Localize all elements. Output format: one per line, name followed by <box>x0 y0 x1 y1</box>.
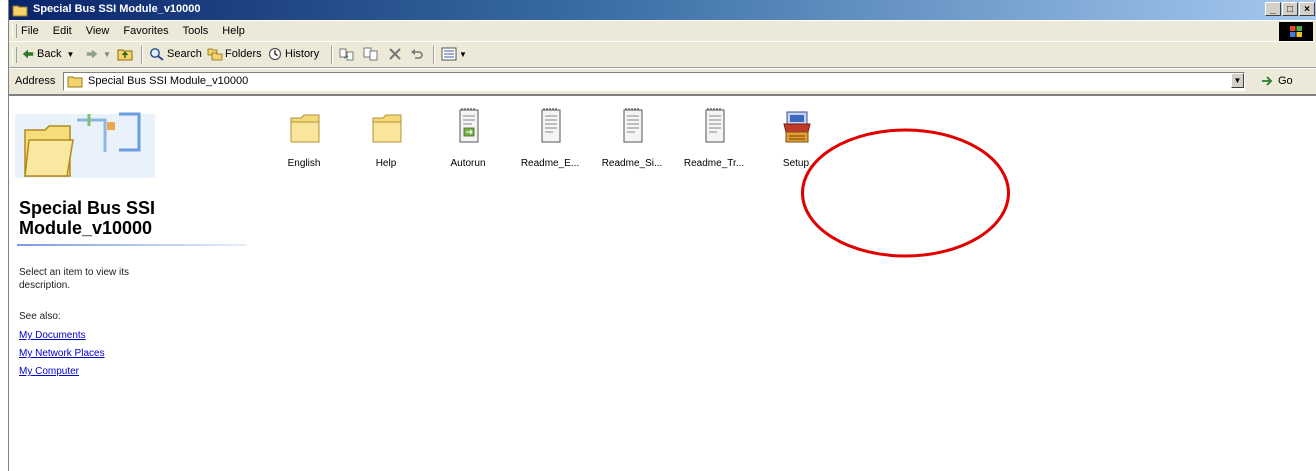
folders-button[interactable]: Folders <box>207 47 262 61</box>
menu-edit[interactable]: Edit <box>53 25 72 37</box>
toolbar-separator <box>141 46 143 64</box>
folder-icon <box>67 76 83 88</box>
address-input[interactable]: Special Bus SSI Module_v10000 <box>63 72 1245 91</box>
delete-button[interactable] <box>387 47 405 61</box>
see-also-label: See also: <box>19 311 61 322</box>
views-dropdown-icon[interactable]: ▼ <box>459 50 467 59</box>
menu-bar: File Edit View Favorites Tools Help <box>9 20 1316 42</box>
forward-button[interactable]: ▼ <box>85 47 111 61</box>
file-label: English <box>287 158 321 169</box>
folder-icon <box>372 114 402 143</box>
link-my-documents[interactable]: My Documents <box>19 330 86 341</box>
minimize-button[interactable]: _ <box>1265 2 1281 16</box>
file-item-english[interactable]: English <box>263 96 345 186</box>
folder-banner-icon <box>15 112 155 178</box>
close-button[interactable]: × <box>1299 2 1315 16</box>
setup-installer-icon <box>783 111 811 143</box>
copy-to-button[interactable] <box>363 47 381 61</box>
title-bar[interactable]: Special Bus SSI Module_v10000 _ □ × <box>9 0 1316 20</box>
menu-favorites[interactable]: Favorites <box>123 25 168 37</box>
setup-info-icon <box>459 108 479 143</box>
file-label: Autorun <box>450 158 486 169</box>
toolbar-separator <box>433 46 435 64</box>
folder-content: Special Bus SSI Module_v10000 Select an … <box>9 94 1316 471</box>
windows-logo <box>1279 22 1313 41</box>
selection-description: Select an item to view its description. <box>19 267 130 291</box>
file-item-readme-si[interactable]: Readme_Si... <box>591 96 673 186</box>
forward-dropdown-icon[interactable]: ▼ <box>103 50 111 59</box>
file-item-readme-tr[interactable]: Readme_Tr... <box>673 96 755 186</box>
file-label: Readme_E... <box>520 158 580 169</box>
go-label: Go <box>1278 75 1293 87</box>
windows-flag-icon <box>1290 26 1302 37</box>
move-to-icon <box>339 48 354 61</box>
move-to-button[interactable] <box>339 47 357 61</box>
address-value: Special Bus SSI Module_v10000 <box>88 75 249 87</box>
address-dropdown-button[interactable]: ▼ <box>1231 73 1244 88</box>
menu-file[interactable]: File <box>21 25 39 37</box>
history-icon <box>268 47 282 61</box>
file-item-autorun[interactable]: Autorun <box>427 96 509 186</box>
search-label: Search <box>167 48 202 60</box>
up-folder-icon <box>117 49 133 61</box>
window-title: Special Bus SSI Module_v10000 <box>33 3 201 15</box>
standard-toolbar: Back ▼ ▼ Search Folders History ▼ <box>9 42 1316 68</box>
web-view-pane: Special Bus SSI Module_v10000 Select an … <box>9 96 249 471</box>
file-label: Setup <box>782 158 810 169</box>
file-label: Help <box>375 158 397 169</box>
text-document-icon <box>541 108 561 143</box>
back-dropdown-icon[interactable]: ▼ <box>66 50 74 59</box>
go-arrow-icon <box>1262 76 1273 86</box>
link-my-network-places[interactable]: My Network Places <box>19 348 105 359</box>
undo-icon <box>411 49 423 59</box>
file-label: Readme_Si... <box>601 158 663 169</box>
history-label: History <box>285 48 320 60</box>
address-bar: Address Special Bus SSI Module_v10000 ▼ … <box>9 68 1316 94</box>
file-item-setup[interactable]: Setup <box>755 96 837 186</box>
views-icon <box>441 47 457 61</box>
toolbar-separator <box>331 46 333 64</box>
views-button[interactable]: ▼ <box>441 47 467 61</box>
forward-arrow-icon <box>86 49 98 59</box>
file-item-help[interactable]: Help <box>345 96 427 186</box>
back-arrow-icon <box>22 49 34 59</box>
menu-grip[interactable] <box>12 24 17 38</box>
folder-icon <box>12 5 28 17</box>
undo-button[interactable] <box>409 47 427 61</box>
title-divider <box>17 244 247 246</box>
address-label: Address <box>15 75 56 87</box>
text-document-icon <box>705 108 725 143</box>
menu-tools[interactable]: Tools <box>183 25 209 37</box>
search-icon <box>150 48 164 61</box>
link-my-computer[interactable]: My Computer <box>19 366 79 377</box>
menu-help[interactable]: Help <box>222 25 245 37</box>
search-button[interactable]: Search <box>149 47 202 61</box>
back-label: Back <box>37 48 62 60</box>
folder-title: Special Bus SSI Module_v10000 <box>19 198 156 238</box>
file-label: Readme_Tr... <box>683 158 745 169</box>
folders-label: Folders <box>225 48 262 60</box>
menu-view[interactable]: View <box>86 25 110 37</box>
explorer-window: Special Bus SSI Module_v10000 _ □ × File… <box>8 0 1316 471</box>
copy-to-icon <box>363 47 378 61</box>
up-folder-button[interactable] <box>117 47 135 61</box>
text-document-icon <box>623 108 643 143</box>
folder-icon <box>290 114 320 143</box>
back-button[interactable]: Back ▼ <box>21 47 74 61</box>
maximize-button[interactable]: □ <box>1282 2 1298 16</box>
delete-icon <box>389 48 401 60</box>
folders-icon <box>207 48 223 61</box>
history-button[interactable]: History <box>267 47 319 61</box>
go-button[interactable]: Go <box>1261 75 1293 87</box>
toolbar-grip[interactable] <box>12 47 17 63</box>
file-item-readme-e[interactable]: Readme_E... <box>509 96 591 186</box>
